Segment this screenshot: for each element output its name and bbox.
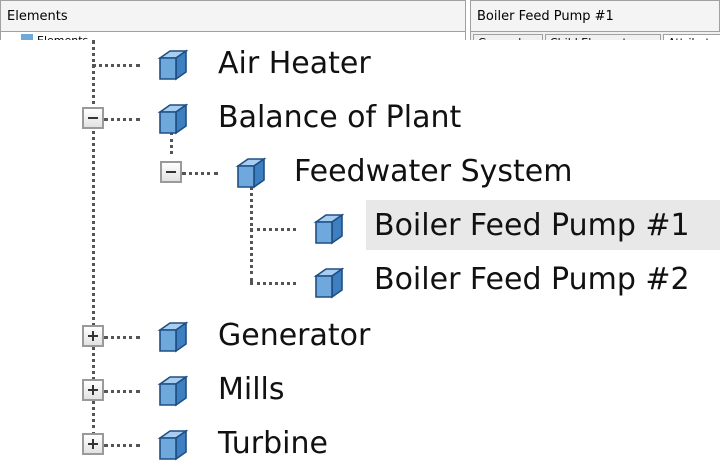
element-tree: Air Heater Balance of Plant Feedwater Sy… bbox=[0, 40, 720, 466]
element-cube-icon bbox=[157, 375, 188, 407]
details-pane-header: Boiler Feed Pump #1 bbox=[470, 0, 720, 32]
tree-item-label: Generator bbox=[218, 318, 371, 353]
tree-line bbox=[104, 118, 140, 121]
element-cube-icon bbox=[313, 267, 344, 299]
element-cube-icon bbox=[313, 213, 344, 245]
element-cube-icon bbox=[157, 49, 188, 81]
tree-item-label: Feedwater System bbox=[294, 154, 573, 189]
collapse-icon[interactable] bbox=[82, 107, 104, 129]
tree-line bbox=[104, 390, 140, 393]
tree-line bbox=[92, 40, 95, 436]
tree-line bbox=[92, 64, 140, 67]
element-cube-icon bbox=[157, 429, 188, 461]
element-cube-icon bbox=[235, 157, 266, 189]
expand-icon[interactable] bbox=[82, 325, 104, 347]
tree-line bbox=[182, 172, 218, 175]
tree-item-label: Air Heater bbox=[218, 46, 371, 81]
tree-item-label: Boiler Feed Pump #1 bbox=[374, 208, 690, 243]
elements-pane-header: Elements bbox=[0, 0, 466, 32]
collapse-icon[interactable] bbox=[160, 161, 182, 183]
tree-item-label: Balance of Plant bbox=[218, 100, 462, 135]
details-pane-title: Boiler Feed Pump #1 bbox=[477, 9, 614, 24]
tree-item-label: Boiler Feed Pump #2 bbox=[374, 262, 690, 297]
expand-icon[interactable] bbox=[82, 379, 104, 401]
tree-line bbox=[104, 444, 140, 447]
element-cube-icon bbox=[157, 103, 188, 135]
tree-line bbox=[250, 228, 296, 231]
tree-line bbox=[104, 336, 140, 339]
tree-item-label: Mills bbox=[218, 372, 285, 407]
element-cube-icon bbox=[157, 321, 188, 353]
expand-icon[interactable] bbox=[82, 433, 104, 455]
tree-line bbox=[250, 282, 296, 285]
elements-pane-title: Elements bbox=[7, 9, 68, 24]
tree-line bbox=[250, 186, 253, 282]
tree-item-label: Turbine bbox=[218, 426, 328, 461]
